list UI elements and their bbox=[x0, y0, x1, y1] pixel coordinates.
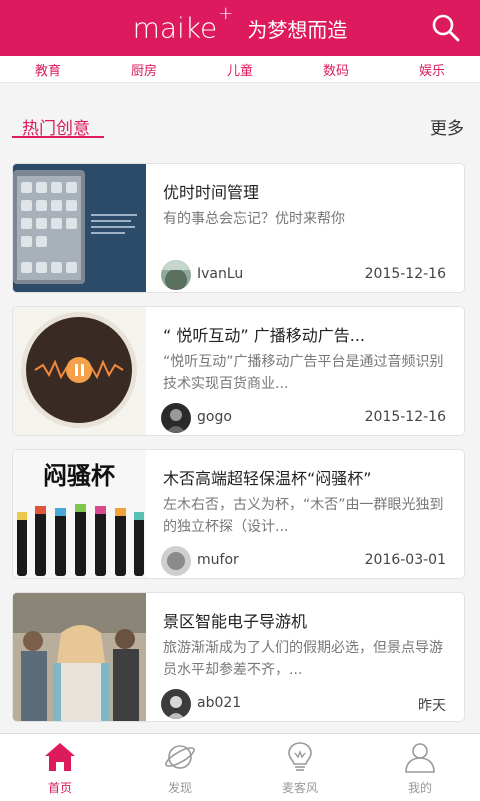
category-tab[interactable]: 厨房 bbox=[96, 60, 192, 79]
card-description: 旅游渐渐成为了人们的假期必选，但景点导游员水平却参差不齐，... bbox=[163, 640, 443, 678]
card-description: 有的事总会忘记？优时来帮你 bbox=[163, 211, 345, 227]
card-author: mufor bbox=[197, 552, 239, 568]
project-thumbnail bbox=[13, 593, 146, 721]
lightbulb-icon bbox=[288, 742, 312, 771]
category-tab[interactable]: 数码 bbox=[288, 60, 384, 79]
card-title: 景区智能电子导游机 bbox=[163, 612, 308, 631]
main-content: 热门创意 更多 优时时间管理 有的事总会忘记？优时来帮你 IvanLu 2015… bbox=[0, 83, 480, 733]
avatar bbox=[161, 260, 191, 290]
card-description: “悦听互动”广播移动广告平台是通过音频识别技术实现百货商业... bbox=[163, 354, 444, 392]
tab-label: 我的 bbox=[407, 781, 432, 795]
project-thumbnail: 闷骚杯 bbox=[13, 450, 146, 578]
app-slogan: 为梦想而造 bbox=[247, 17, 348, 42]
card-date: 2015-12-16 bbox=[364, 266, 446, 282]
card-description: 左木右否，古义为杯，“木否”由一群眼光独到的独立杯探（设计... bbox=[163, 497, 444, 535]
avatar bbox=[161, 546, 191, 576]
search-icon[interactable] bbox=[430, 12, 462, 44]
project-thumbnail bbox=[13, 307, 146, 435]
tab-home[interactable]: 首页 bbox=[0, 734, 120, 801]
app-logo: maike+ bbox=[132, 3, 234, 45]
tab-label: 首页 bbox=[47, 781, 72, 795]
category-tab[interactable]: 娱乐 bbox=[384, 60, 480, 79]
card-title: “ 悦听互动” 广播移动广告... bbox=[163, 326, 366, 345]
more-link[interactable]: 更多 bbox=[430, 114, 464, 139]
avatar bbox=[161, 689, 191, 719]
tab-mine[interactable]: 我的 bbox=[360, 734, 480, 801]
project-card[interactable]: 景区智能电子导游机 旅游渐渐成为了人们的假期必选，但景点导游员水平却参差不齐，.… bbox=[12, 592, 465, 722]
project-card[interactable]: 优时时间管理 有的事总会忘记？优时来帮你 IvanLu 2015-12-16 bbox=[12, 163, 465, 293]
card-title: 优时时间管理 bbox=[163, 183, 260, 202]
tab-maikefeng[interactable]: 麦客风 bbox=[240, 734, 360, 801]
project-card[interactable]: “ 悦听互动” 广播移动广告... “悦听互动”广播移动广告平台是通过音频识别技… bbox=[12, 306, 465, 436]
category-tab[interactable]: 教育 bbox=[0, 60, 96, 79]
user-icon bbox=[405, 743, 435, 773]
planet-icon bbox=[165, 745, 195, 769]
tab-discover[interactable]: 发现 bbox=[120, 734, 240, 801]
avatar bbox=[161, 403, 191, 433]
card-author: ab021 bbox=[197, 695, 242, 711]
category-tab[interactable]: 儿童 bbox=[192, 60, 288, 79]
tab-label: 发现 bbox=[167, 781, 192, 795]
card-date: 2016-03-01 bbox=[364, 552, 446, 568]
card-date: 2015-12-16 bbox=[364, 409, 446, 425]
section-underline bbox=[12, 136, 104, 138]
bottom-tab-bar: 首页 发现 麦客风 我的 bbox=[0, 733, 480, 801]
home-icon bbox=[45, 743, 75, 771]
app-header: maike+ 为梦想而造 bbox=[0, 0, 480, 56]
cup-title-text: 闷骚杯 bbox=[43, 462, 115, 490]
card-author: IvanLu bbox=[197, 266, 244, 282]
project-card[interactable]: 闷骚杯 木否高端超轻保温杯“闷骚杯” 左木右否，古义为杯，“木否”由一群眼光独到… bbox=[12, 449, 465, 579]
category-bar: 教育 厨房 儿童 数码 娱乐 bbox=[0, 56, 480, 83]
card-title: 木否高端超轻保温杯“闷骚杯” bbox=[163, 469, 372, 488]
project-thumbnail bbox=[13, 164, 146, 292]
card-author: gogo bbox=[197, 409, 232, 425]
tab-label: 麦客风 bbox=[281, 781, 318, 795]
card-date: 昨天 bbox=[418, 698, 446, 714]
